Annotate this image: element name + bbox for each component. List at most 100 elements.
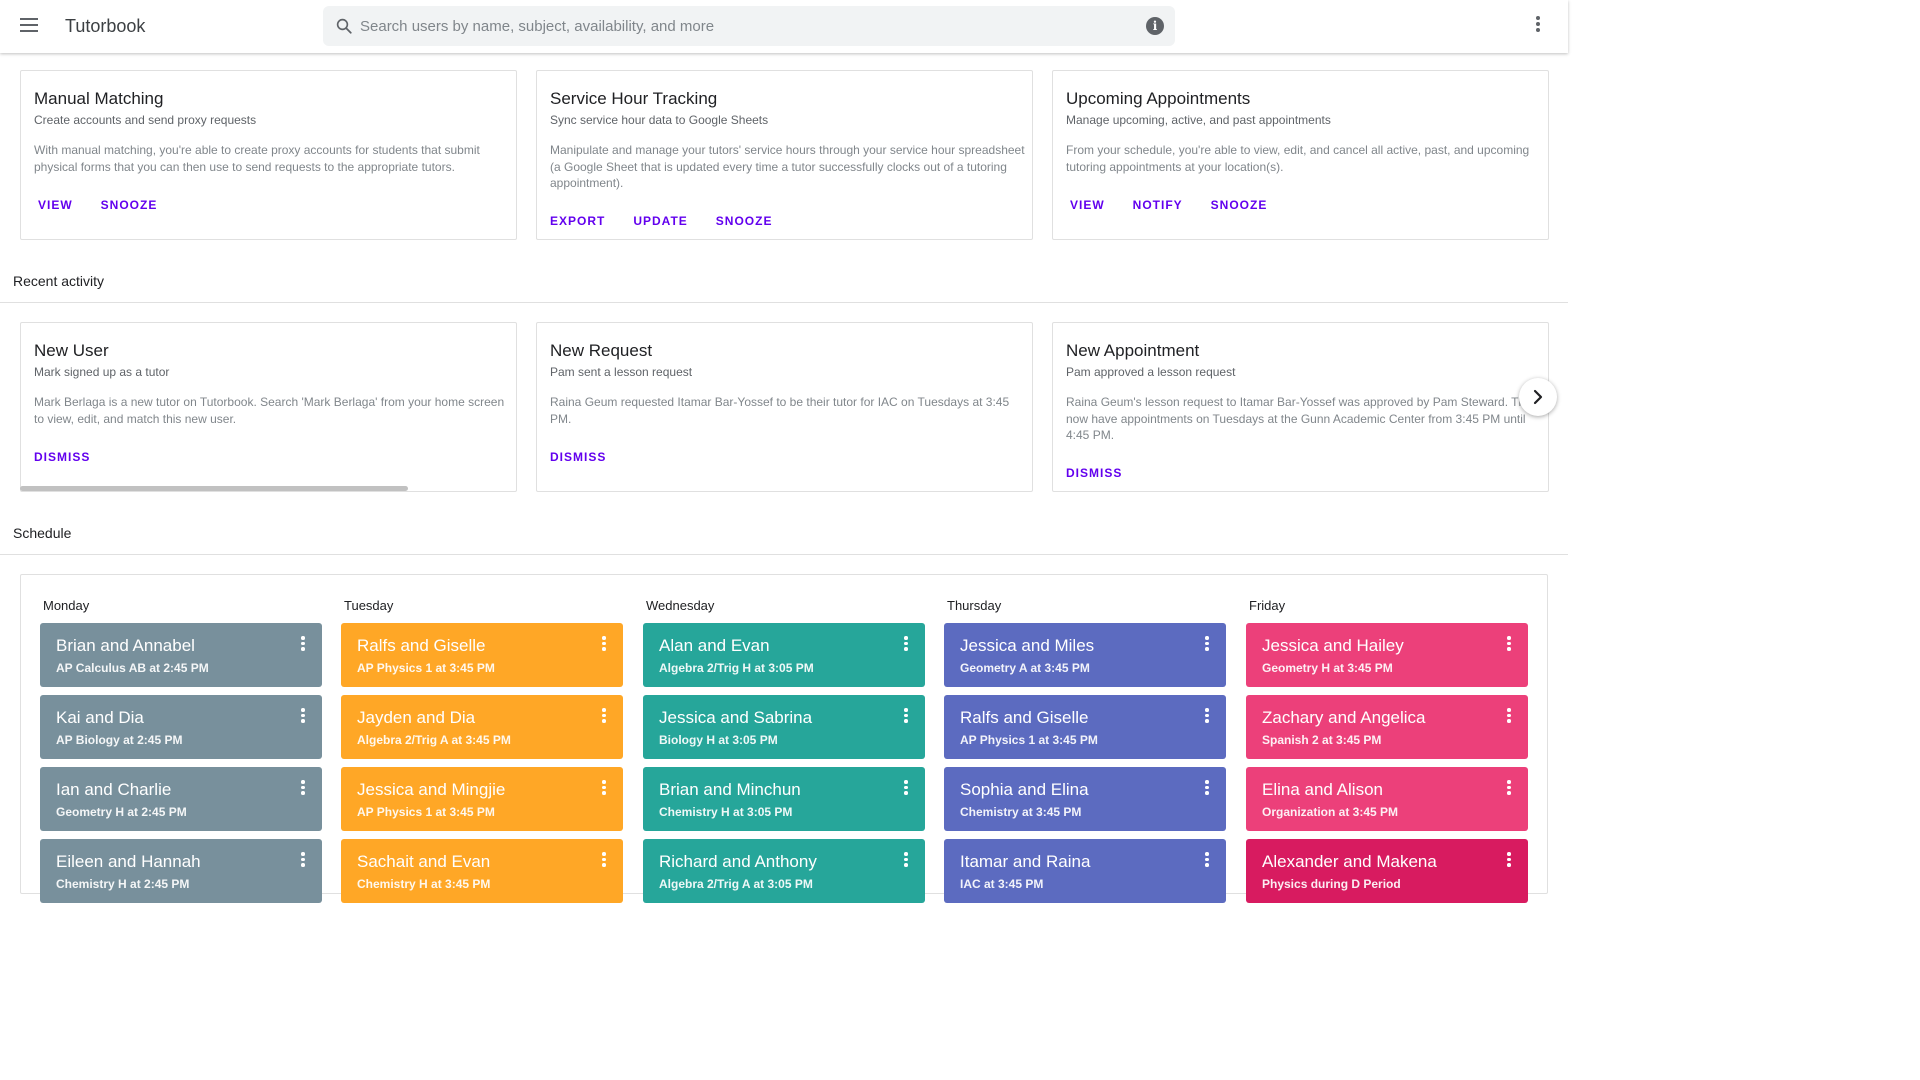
appointment-title: Itamar and Raina xyxy=(960,852,1091,871)
appointment-card[interactable]: Jessica and Miles Geometry A at 3:45 PM xyxy=(944,623,1226,687)
appointment-title: Jessica and Sabrina xyxy=(659,708,813,727)
appointment-title: Ralfs and Giselle xyxy=(357,636,486,655)
dismiss-button[interactable]: DISMISS xyxy=(538,447,618,467)
card-service-hour-tracking: Service Hour Tracking Sync service hour … xyxy=(536,70,1033,240)
more-vert-icon[interactable] xyxy=(300,708,306,724)
card-new-user: New User Mark signed up as a tutor Mark … xyxy=(20,322,517,492)
card-title: New Request xyxy=(550,341,653,360)
appointment-title: Eileen and Hannah xyxy=(56,852,201,871)
more-vert-icon[interactable] xyxy=(1204,852,1210,868)
menu-icon[interactable] xyxy=(20,18,38,32)
more-vert-icon[interactable] xyxy=(1204,708,1210,724)
view-button[interactable]: VIEW xyxy=(26,195,85,215)
update-button[interactable]: UPDATE xyxy=(621,211,699,231)
next-button[interactable] xyxy=(1519,378,1557,416)
appointment-card[interactable]: Jessica and Mingjie AP Physics 1 at 3:45… xyxy=(341,767,623,831)
snooze-button[interactable]: SNOOZE xyxy=(704,211,785,231)
view-button[interactable]: VIEW xyxy=(1058,195,1117,215)
recent-activity-divider xyxy=(0,302,1568,303)
appointment-card[interactable]: Brian and Annabel AP Calculus AB at 2:45… xyxy=(40,623,322,687)
appointment-title: Jessica and Hailey xyxy=(1262,636,1404,655)
appointment-card[interactable]: Alan and Evan Algebra 2/Trig H at 3:05 P… xyxy=(643,623,925,687)
appointment-card[interactable]: Ian and Charlie Geometry H at 2:45 PM xyxy=(40,767,322,831)
more-vert-icon[interactable] xyxy=(601,708,607,724)
schedule-grid: Monday Brian and Annabel AP Calculus AB … xyxy=(20,574,1548,903)
more-vert-icon[interactable] xyxy=(903,852,909,868)
appointment-detail: IAC at 3:45 PM xyxy=(960,877,1044,891)
appointment-title: Brian and Minchun xyxy=(659,780,801,799)
more-vert-icon[interactable] xyxy=(1506,636,1512,652)
card-subtitle: Pam approved a lesson request xyxy=(1066,365,1236,379)
appointment-title: Brian and Annabel xyxy=(56,636,195,655)
day-label: Thursday xyxy=(947,598,1002,613)
more-vert-icon[interactable] xyxy=(601,636,607,652)
appointment-card[interactable]: Richard and Anthony Algebra 2/Trig A at … xyxy=(643,839,925,903)
more-vert-icon[interactable] xyxy=(1506,852,1512,868)
more-vert-icon[interactable] xyxy=(1506,708,1512,724)
appointment-title: Jessica and Mingjie xyxy=(357,780,506,799)
appointment-card[interactable]: Alexander and Makena Physics during D Pe… xyxy=(1246,839,1528,903)
card-title: Manual Matching xyxy=(34,89,164,108)
appointment-detail: Geometry A at 3:45 PM xyxy=(960,661,1090,675)
search-bar[interactable]: i xyxy=(323,6,1175,46)
export-button[interactable]: EXPORT xyxy=(538,211,617,231)
search-input[interactable] xyxy=(360,6,1130,46)
card-subtitle: Mark signed up as a tutor xyxy=(34,365,170,379)
info-icon[interactable]: i xyxy=(1146,17,1164,35)
appointment-card[interactable]: Sachait and Evan Chemistry H at 3:45 PM xyxy=(341,839,623,903)
schedule-header: Schedule xyxy=(13,525,72,541)
appointment-title: Jessica and Miles xyxy=(960,636,1095,655)
card-body: With manual matching, you're able to cre… xyxy=(34,143,480,174)
more-vert-icon[interactable] xyxy=(601,852,607,868)
appointment-card[interactable]: Eileen and Hannah Chemistry H at 2:45 PM xyxy=(40,839,322,903)
appointment-card[interactable]: Sophia and Elina Chemistry at 3:45 PM xyxy=(944,767,1226,831)
more-vert-icon[interactable] xyxy=(903,780,909,796)
more-vert-icon[interactable] xyxy=(300,852,306,868)
appointment-title: Alexander and Makena xyxy=(1262,852,1437,871)
card-title: Upcoming Appointments xyxy=(1066,89,1251,108)
appointment-card[interactable]: Elina and Alison Organization at 3:45 PM xyxy=(1246,767,1528,831)
appointment-title: Jayden and Dia xyxy=(357,708,476,727)
appointment-detail: Chemistry H at 3:45 PM xyxy=(357,877,491,891)
appointment-card[interactable]: Jayden and Dia Algebra 2/Trig A at 3:45 … xyxy=(341,695,623,759)
appointment-card[interactable]: Ralfs and Giselle AP Physics 1 at 3:45 P… xyxy=(341,623,623,687)
card-subtitle: Manage upcoming, active, and past appoin… xyxy=(1066,113,1331,127)
appointment-detail: Chemistry H at 2:45 PM xyxy=(56,877,190,891)
appointment-card[interactable]: Zachary and Angelica Spanish 2 at 3:45 P… xyxy=(1246,695,1528,759)
card-subtitle: Pam sent a lesson request xyxy=(550,365,693,379)
horizontal-scrollbar[interactable] xyxy=(20,486,408,491)
appointment-detail: Biology H at 3:05 PM xyxy=(659,733,778,747)
card-subtitle: Create accounts and send proxy requests xyxy=(34,113,257,127)
card-new-appointment: New Appointment Pam approved a lesson re… xyxy=(1052,322,1549,492)
more-vert-icon[interactable] xyxy=(903,708,909,724)
dismiss-button[interactable]: DISMISS xyxy=(22,447,102,467)
dismiss-button[interactable]: DISMISS xyxy=(1054,463,1134,483)
more-vert-icon[interactable] xyxy=(300,636,306,652)
snooze-button[interactable]: SNOOZE xyxy=(89,195,170,215)
more-vert-icon[interactable] xyxy=(300,780,306,796)
more-vert-icon[interactable] xyxy=(1204,636,1210,652)
appointment-detail: Geometry H at 3:45 PM xyxy=(1262,661,1393,675)
more-vert-icon[interactable] xyxy=(1506,780,1512,796)
app-title: Tutorbook xyxy=(65,16,146,36)
day-label: Friday xyxy=(1249,598,1286,613)
notify-button[interactable]: NOTIFY xyxy=(1121,195,1195,215)
appointment-card[interactable]: Jessica and Sabrina Biology H at 3:05 PM xyxy=(643,695,925,759)
more-vert-icon[interactable] xyxy=(1530,16,1546,36)
appointment-title: Zachary and Angelica xyxy=(1262,708,1426,727)
snooze-button[interactable]: SNOOZE xyxy=(1199,195,1280,215)
appointment-card[interactable]: Ralfs and Giselle AP Physics 1 at 3:45 P… xyxy=(944,695,1226,759)
card-subtitle: Sync service hour data to Google Sheets xyxy=(550,113,769,127)
card-new-request: New Request Pam sent a lesson request Ra… xyxy=(536,322,1033,492)
more-vert-icon[interactable] xyxy=(903,636,909,652)
schedule-divider xyxy=(0,554,1568,555)
more-vert-icon[interactable] xyxy=(1204,780,1210,796)
recent-activity-header: Recent activity xyxy=(13,273,105,289)
day-label: Tuesday xyxy=(344,598,394,613)
appointment-card[interactable]: Itamar and Raina IAC at 3:45 PM xyxy=(944,839,1226,903)
appointment-detail: AP Calculus AB at 2:45 PM xyxy=(56,661,209,675)
appointment-card[interactable]: Brian and Minchun Chemistry H at 3:05 PM xyxy=(643,767,925,831)
appointment-card[interactable]: Kai and Dia AP Biology at 2:45 PM xyxy=(40,695,322,759)
appointment-card[interactable]: Jessica and Hailey Geometry H at 3:45 PM xyxy=(1246,623,1528,687)
more-vert-icon[interactable] xyxy=(601,780,607,796)
